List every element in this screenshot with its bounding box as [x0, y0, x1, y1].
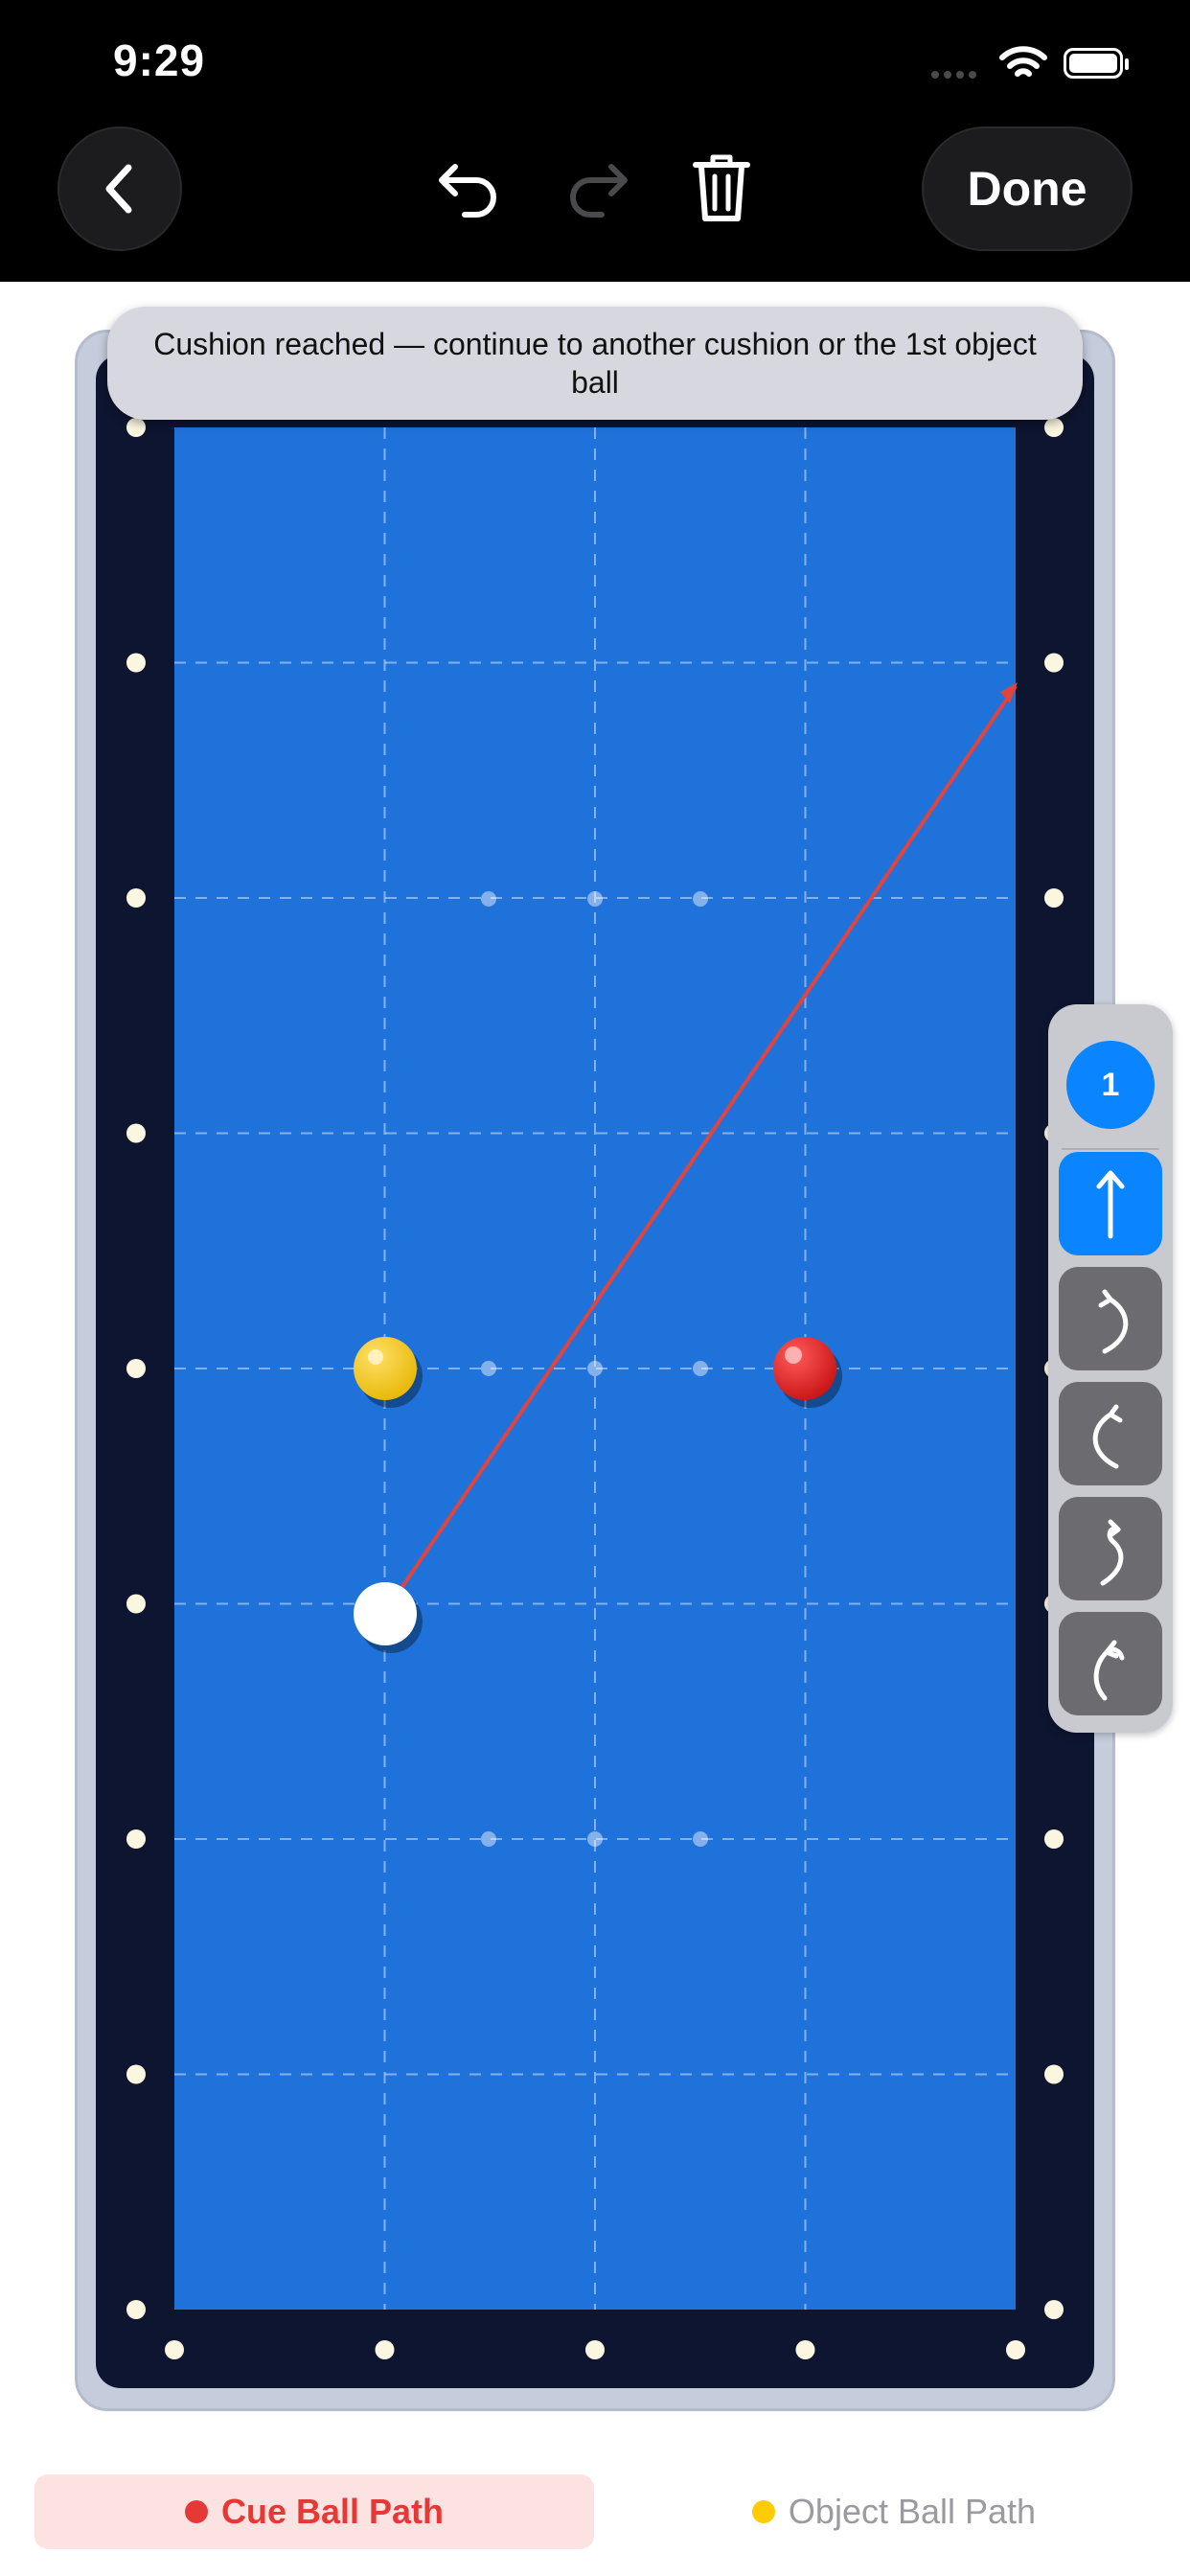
diamond-left [126, 1829, 146, 1849]
swerve-left-icon [1093, 1640, 1125, 1701]
swerve-left-button[interactable] [1059, 1612, 1162, 1715]
cue-ball-path-line [383, 682, 1018, 1614]
tab-cue-ball-path-label: Cue Ball Path [220, 2492, 445, 2531]
table-spot [481, 1361, 496, 1376]
table-spot [587, 891, 603, 907]
diamond-right [1044, 888, 1064, 908]
diamond-left [126, 653, 146, 673]
table-spot [693, 1831, 708, 1847]
diamond-left [126, 2064, 146, 2084]
diamond-bottom [165, 2340, 184, 2359]
table-spot [693, 891, 708, 907]
diamond-left [126, 1359, 146, 1378]
diamond-right [1044, 1829, 1064, 1849]
diamond-left [126, 1123, 146, 1143]
tab-cue-ball-path[interactable]: Cue Ball Path [34, 2474, 594, 2549]
diamond-bottom [795, 2340, 815, 2359]
diamond-left [126, 1594, 146, 1614]
cue-ball [354, 1582, 423, 1653]
path-arrowhead-icon [1000, 682, 1018, 703]
yellow-ball [354, 1337, 423, 1408]
object-path-dot-icon [751, 2500, 775, 2523]
diamond-right [1044, 418, 1064, 437]
curve-right-button[interactable] [1059, 1267, 1162, 1370]
table-spot [587, 1361, 603, 1376]
table-spot [481, 891, 496, 907]
cushion-notice: Cushion reached — continue to another cu… [107, 307, 1083, 420]
tab-object-ball-path-label: Object Ball Path [788, 2492, 1037, 2531]
diamond-bottom [375, 2340, 395, 2359]
arrow-up-icon [1096, 1170, 1125, 1239]
table-spot [587, 1831, 603, 1847]
diamond-right [1044, 2064, 1064, 2084]
diamond-left [126, 2300, 146, 2319]
shot-number-badge[interactable]: 1 [1066, 1041, 1155, 1129]
diamond-bottom [585, 2340, 605, 2359]
diamond-bottom [1006, 2340, 1025, 2359]
straight-path-button[interactable] [1059, 1152, 1162, 1255]
cue-path-dot-icon [184, 2500, 208, 2523]
diamond-left [126, 888, 146, 908]
diamond-left [126, 418, 146, 437]
diamond-right [1044, 2300, 1064, 2319]
table-spot [481, 1831, 496, 1847]
red-ball [773, 1337, 842, 1408]
curve-left-icon [1092, 1404, 1123, 1469]
swerve-right-button[interactable] [1059, 1497, 1162, 1600]
diamond-right [1044, 653, 1064, 673]
panel-divider [1062, 1148, 1159, 1150]
curve-left-button[interactable] [1059, 1382, 1162, 1485]
swerve-right-icon [1100, 1519, 1124, 1586]
table-spot [693, 1361, 708, 1376]
tab-object-ball-path[interactable]: Object Ball Path [632, 2474, 1156, 2549]
curve-right-icon [1098, 1289, 1129, 1354]
shot-tool-panel: 1 [1048, 1004, 1173, 1733]
